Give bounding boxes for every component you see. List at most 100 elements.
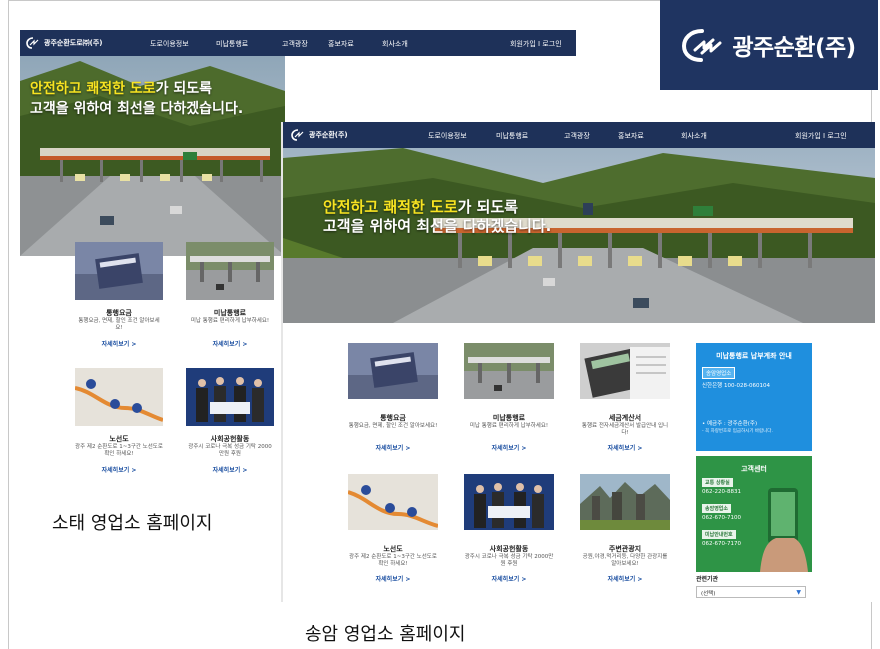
- route-map-image: [75, 368, 163, 426]
- top-navbar: 광주순환도로㈜(주) 도로이용정보 미납통행료 고객광장 홍보자료 회사소개 회…: [20, 30, 576, 56]
- branch-badge: 송암영업소: [702, 504, 732, 513]
- customer-center: 고객센터 교통 상황실 062-220-8831 송암영업소 062-670-7…: [696, 456, 812, 572]
- card-more-link[interactable]: 자세히보기 >: [348, 443, 438, 452]
- toll-fee-image: [75, 242, 163, 300]
- related-selected: (선택): [701, 591, 716, 597]
- unpaid-toll-image: [186, 242, 274, 300]
- login-link[interactable]: 로그인: [827, 132, 846, 140]
- branch-badge: 송암영업소: [702, 367, 736, 379]
- card-toll-fee[interactable]: 통행요금 통행요금, 면제, 할인 조건 알아보세요! 자세히보기 >: [75, 242, 163, 352]
- center-title: 고객센터: [741, 465, 767, 473]
- card-social-contribution[interactable]: 사회공헌활동 광주시 코로나 극복 성금 기탁 2000만원 후원 자세히보기 …: [464, 474, 554, 589]
- account-holder: • 예금주 : 광주순환(주): [702, 421, 758, 427]
- card-desc: 통행요금, 면제, 할인 조건 알아보세요!: [348, 423, 438, 429]
- card-route-map[interactable]: 노선도 광주 제2 순환도로 1~3구간 노선도로 확인 하세요! 자세히보기 …: [75, 368, 163, 478]
- card-route-map[interactable]: 노선도 광주 제2 순환도로 1~3구간 노선도로 확인 하세요! 자세히보기 …: [348, 474, 438, 589]
- card-title: 노선도: [109, 435, 129, 443]
- card-desc: 광주 제2 순환도로 1~3구간 노선도로 확인 하세요!: [349, 554, 437, 567]
- card-title: 통행요금: [106, 309, 132, 317]
- nav-road-info[interactable]: 도로이용정보: [150, 39, 189, 49]
- card-desc: 광주시 코로나 극복 성금 기탁 2000만원 후원: [188, 444, 272, 457]
- auth-separator: I: [823, 132, 826, 140]
- card-more-link[interactable]: 자세히보기 >: [75, 339, 163, 348]
- notice-note: - 꼭 차량번호로 입금하시기 바랍니다.: [702, 429, 773, 434]
- traffic-room-phone[interactable]: 062-220-8831: [702, 489, 741, 495]
- nav-road-info[interactable]: 도로이용정보: [428, 131, 467, 141]
- card-unpaid-toll[interactable]: 미납통행료 미납 통행료 편리하게 납부하세요! 자세히보기 >: [186, 242, 274, 352]
- card-more-link[interactable]: 자세히보기 >: [186, 339, 274, 348]
- nav-company-info[interactable]: 회사소개: [681, 131, 707, 141]
- card-toll-fee[interactable]: 통행요금 통행요금, 면제, 할인 조건 알아보세요! 자세히보기 >: [348, 343, 438, 458]
- route-map-image: [348, 474, 438, 530]
- songam-caption: 송암 영업소 홈페이지: [305, 624, 466, 645]
- hero-banner: 안전하고 쾌적한 도로가 되도록 고객을 위하여 최선을 다하겠습니다.: [20, 56, 285, 256]
- join-link[interactable]: 회원가입: [510, 40, 536, 48]
- unpaid-toll-image: [464, 343, 554, 399]
- chevron-down-icon: ▼: [796, 589, 801, 596]
- card-more-link[interactable]: 자세히보기 >: [464, 574, 554, 583]
- unpaid-guide-badge: 미납안내번호: [702, 530, 736, 539]
- nav-unpaid-toll[interactable]: 미납통행료: [496, 131, 528, 141]
- card-desc: 광주 제2 순환도로 1~3구간 노선도로 확인 하세요!: [75, 444, 163, 457]
- related-orgs-select[interactable]: (선택) ▼: [696, 586, 806, 598]
- card-more-link[interactable]: 자세히보기 >: [348, 574, 438, 583]
- unpaid-account-notice: 미납통행료 납부계좌 안내 송암영업소 신한은행 100-028-060104 …: [696, 343, 812, 451]
- notice-title: 미납통행료 납부계좌 안내: [716, 352, 792, 360]
- auth-links: 회원가입 I 로그인: [795, 131, 847, 141]
- card-desc: 통행요금, 면제, 할인 조건 알아보세요!: [78, 318, 160, 331]
- card-more-link[interactable]: 자세히보기 >: [580, 443, 670, 452]
- nearby-attractions-image: [580, 474, 670, 530]
- card-social-contribution[interactable]: 사회공헌활동 광주시 코로나 극복 성금 기탁 2000만원 후원 자세히보기 …: [186, 368, 274, 478]
- tax-invoice-image: [580, 343, 670, 399]
- bank-account: 신한은행 100-028-060104: [702, 383, 770, 389]
- card-more-link[interactable]: 자세히보기 >: [75, 465, 163, 474]
- auth-links: 회원가입 I 로그인: [510, 39, 562, 49]
- toll-fee-image: [348, 343, 438, 399]
- card-nearby-attractions[interactable]: 주변관광지 공원,야경,먹거리등, 다양한 관광지를 알아보세요! 자세히보기 …: [580, 474, 670, 589]
- hero-headline-1: 안전하고 쾌적한 도로가 되도록: [30, 81, 213, 97]
- card-title: 사회공헌활동: [210, 435, 250, 443]
- brand-logo-icon: [682, 29, 722, 62]
- hero-headline-1: 안전하고 쾌적한 도로가 되도록: [323, 198, 519, 216]
- hero-headline-2: 고객을 위하여 최선을 다하겠습니다.: [323, 217, 552, 235]
- site-logo[interactable]: 광주순환(주): [291, 129, 348, 141]
- card-desc: 통행료 전자세금계산서 발급안내 입니다!: [581, 423, 669, 436]
- card-title: 주변관광지: [608, 545, 642, 553]
- related-orgs: 관련기관 (선택) ▼: [696, 574, 812, 598]
- brand-name: 광주순환(주): [732, 35, 856, 61]
- nav-customer-plaza[interactable]: 고객광장: [564, 131, 590, 141]
- card-unpaid-toll[interactable]: 미납통행료 미납 통행료 편리하게 납부하세요! 자세히보기 >: [464, 343, 554, 458]
- nav-pr-materials[interactable]: 홍보자료: [328, 39, 354, 49]
- traffic-room-badge: 교통 상황실: [702, 478, 733, 487]
- login-link[interactable]: 로그인: [542, 40, 561, 48]
- card-more-link[interactable]: 자세히보기 >: [464, 443, 554, 452]
- social-contribution-image: [186, 368, 274, 426]
- hero-headline-2: 고객을 위하여 최선을 다하겠습니다.: [30, 101, 244, 117]
- join-link[interactable]: 회원가입: [795, 132, 821, 140]
- social-contribution-image: [464, 474, 554, 530]
- branch-phone[interactable]: 062-670-7100: [702, 515, 741, 521]
- card-more-link[interactable]: 자세히보기 >: [186, 465, 274, 474]
- logo-icon: [291, 129, 304, 141]
- card-desc: 공원,야경,먹거리등, 다양한 관광지를 알아보세요!: [582, 554, 668, 567]
- sotae-caption: 소태 영업소 홈페이지: [52, 513, 213, 534]
- card-desc: 미납 통행료 편리하게 납부하세요!: [469, 423, 549, 429]
- logo-text: 광주순환(주): [309, 131, 348, 139]
- nav-unpaid-toll[interactable]: 미납통행료: [216, 39, 248, 49]
- brand-banner: 광주순환(주): [660, 0, 878, 90]
- site-logo[interactable]: 광주순환도로㈜(주): [26, 37, 102, 49]
- card-desc: 미납 통행료 편리하게 납부하세요!: [190, 318, 270, 324]
- card-desc: 광주시 코로나 극복 성금 기탁 2000만원 후원: [464, 554, 554, 567]
- card-title: 통행요금: [380, 414, 406, 422]
- top-navbar: 광주순환(주) 도로이용정보 미납통행료 고객광장 홍보자료 회사소개 회원가입…: [283, 122, 875, 148]
- unpaid-guide-phone[interactable]: 062-670-7170: [702, 541, 741, 547]
- nav-company-info[interactable]: 회사소개: [382, 39, 408, 49]
- card-title: 세금계산서: [608, 414, 642, 422]
- nav-pr-materials[interactable]: 홍보자료: [618, 131, 644, 141]
- nav-customer-plaza[interactable]: 고객광장: [282, 39, 308, 49]
- songam-homepage-screenshot: 광주순환(주) 도로이용정보 미납통행료 고객광장 홍보자료 회사소개 회원가입…: [283, 122, 875, 602]
- card-more-link[interactable]: 자세히보기 >: [580, 574, 670, 583]
- card-tax-invoice[interactable]: 세금계산서 통행료 전자세금계산서 발급안내 입니다! 자세히보기 >: [580, 343, 670, 458]
- card-title: 노선도: [383, 545, 403, 553]
- phone-hand-icon: [760, 488, 808, 572]
